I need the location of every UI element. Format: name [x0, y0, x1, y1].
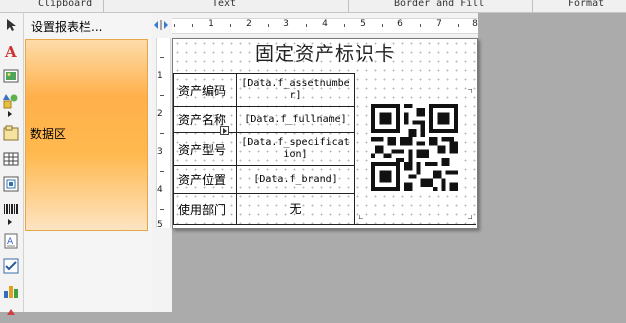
expand-arrow-icon[interactable] — [8, 219, 12, 225]
configure-bands-label: 设置报表栏... — [31, 20, 103, 34]
ruler-mark: 1 — [157, 71, 163, 81]
group-border-fill-label: Border and Fill — [394, 0, 485, 9]
asset-model-label-cell[interactable]: 资产型号 — [173, 132, 237, 166]
corner-mark — [468, 215, 472, 219]
asset-name-value-cell[interactable]: [Data.f_fullname] — [236, 106, 355, 133]
card-title[interactable]: 固定资产标识卡 — [173, 39, 477, 70]
ruler-tick — [382, 24, 383, 27]
picture-tool-icon[interactable] — [3, 68, 19, 84]
department-label: 使用部门 — [178, 202, 227, 217]
group-format-label: Format — [568, 0, 605, 9]
more-tools-icon[interactable] — [3, 307, 19, 323]
ruler-tick — [306, 24, 307, 27]
ruler-mark: 5 — [360, 19, 366, 29]
asset-name-label: 资产名称 — [178, 113, 227, 127]
asset-name-value: [Data.f_fullname] — [244, 113, 347, 125]
pointer-icon[interactable] — [3, 17, 19, 33]
corner-mark — [359, 215, 363, 219]
asset-model-label: 资产型号 — [178, 142, 227, 157]
ruler-tick — [160, 171, 164, 172]
group-text-label: Text — [212, 0, 237, 9]
barcode-tool-icon[interactable] — [3, 201, 19, 217]
shape-tool-icon[interactable] — [3, 93, 19, 109]
ruler-mark: 4 — [157, 185, 163, 195]
asset-location-label-cell[interactable]: 资产位置 — [173, 165, 237, 194]
checkbox-tool-icon[interactable] — [3, 258, 19, 274]
group-divider — [532, 0, 533, 12]
ruler-mark: 3 — [283, 19, 289, 29]
svg-text:A: A — [4, 43, 17, 59]
asset-number-label: 资产编码 — [178, 83, 227, 98]
department-label-cell[interactable]: 使用部门 — [173, 193, 237, 225]
ribbon-group-strip: Clipboard Text Border and Fill Format — [0, 0, 626, 13]
ruler-tick — [192, 24, 193, 27]
ruler-corner — [152, 13, 172, 38]
corner-mark — [468, 89, 472, 93]
ruler-tick — [268, 24, 269, 27]
ruler-tick — [174, 24, 175, 27]
ruler-mark: 4 — [322, 19, 328, 29]
asset-location-value-cell[interactable]: [Data.f_brand] — [236, 165, 355, 194]
asset-location-label: 资产位置 — [178, 173, 227, 187]
ruler-mark: 2 — [157, 109, 163, 119]
ruler-toggle-icon[interactable] — [152, 13, 172, 38]
ruler-tick — [160, 57, 164, 58]
bar-chart-tool-icon[interactable] — [3, 283, 19, 299]
ruler-mark: 2 — [246, 19, 252, 29]
horizontal-ruler: 1 2 3 4 5 6 7 8 — [172, 13, 478, 38]
chart-tool-icon[interactable] — [3, 176, 19, 192]
ruler-tick — [160, 95, 164, 96]
cell-link-handle[interactable] — [220, 126, 229, 135]
ruler-tick — [160, 209, 164, 210]
configure-bands-button[interactable]: 设置报表栏... — [24, 13, 152, 38]
container-tool-icon[interactable] — [3, 125, 19, 141]
qr-code-cell[interactable] — [354, 73, 476, 225]
table-tool-icon[interactable] — [3, 151, 19, 167]
report-design-canvas[interactable]: 固定资产标识卡 资产编码 [Data.f_assetnumber] 资产名称 [… — [172, 38, 478, 229]
rich-text-tool-icon[interactable]: A — [3, 233, 19, 249]
vertical-ruler: 1 2 3 4 5 — [152, 38, 172, 312]
data-band[interactable]: 数据区 — [25, 39, 148, 231]
asset-model-value: [Data.f_specification] — [241, 137, 350, 160]
asset-number-label-cell[interactable]: 资产编码 — [173, 73, 237, 107]
ruler-tick — [420, 24, 421, 27]
asset-number-value: [Data.f_assetnumber] — [241, 78, 350, 101]
department-value-cell[interactable]: 无 — [236, 193, 355, 225]
group-divider — [103, 0, 104, 12]
expand-arrow-icon[interactable] — [8, 111, 12, 117]
qr-code-image — [371, 104, 458, 191]
ruler-tick — [230, 24, 231, 27]
group-clipboard-label: Clipboard — [38, 0, 93, 9]
ruler-mark: 8 — [472, 19, 478, 29]
band-panel: 设置报表栏... 数据区 — [24, 13, 152, 312]
asset-location-value: [Data.f_brand] — [253, 173, 338, 185]
asset-number-value-cell[interactable]: [Data.f_assetnumber] — [236, 73, 355, 107]
ruler-mark: 1 — [208, 19, 214, 29]
group-divider — [348, 0, 349, 12]
ruler-mark: 6 — [397, 19, 403, 29]
ruler-mark: 3 — [157, 147, 163, 157]
ruler-tick — [458, 24, 459, 27]
data-band-label: 数据区 — [30, 127, 67, 141]
ruler-tick — [160, 133, 164, 134]
ruler-mark: 5 — [157, 220, 163, 230]
ruler-mark: 7 — [436, 19, 442, 29]
toolbox: A A — [0, 13, 24, 315]
asset-model-value-cell[interactable]: [Data.f_specification] — [236, 132, 355, 166]
department-value: 无 — [289, 202, 302, 216]
ruler-tick — [344, 24, 345, 27]
text-tool-icon[interactable]: A — [3, 43, 19, 59]
